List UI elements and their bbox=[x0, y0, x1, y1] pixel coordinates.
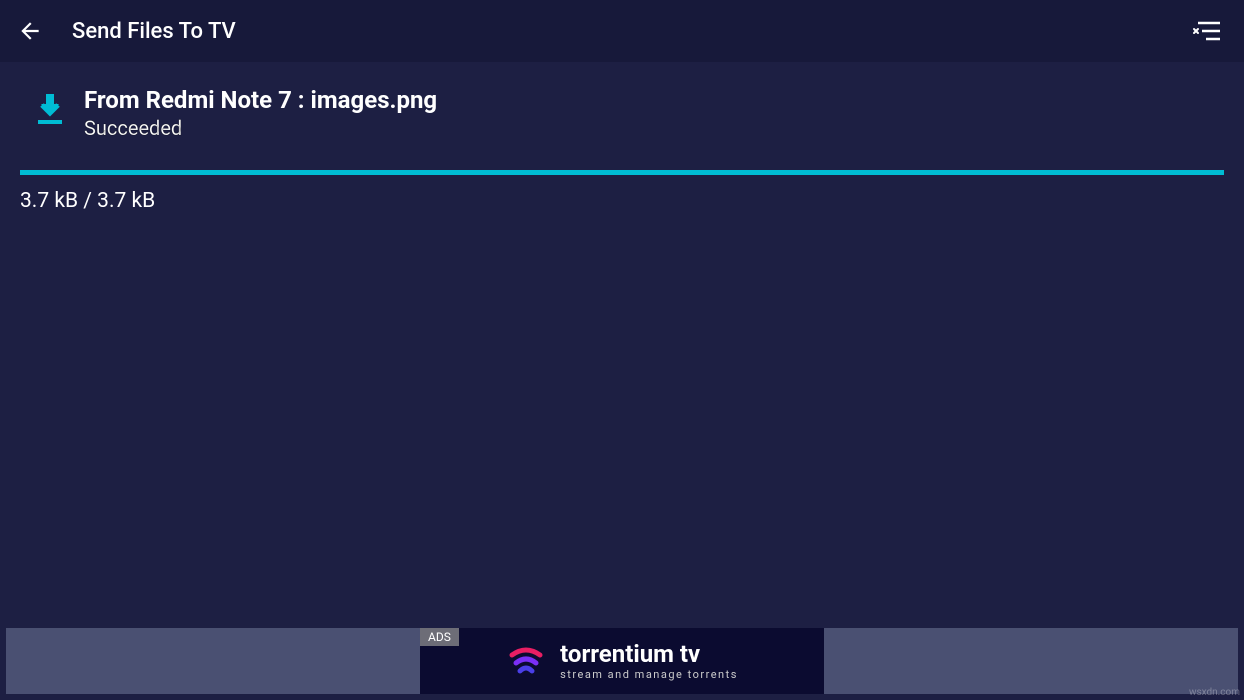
transfer-item[interactable]: From Redmi Note 7 : images.png Succeeded bbox=[0, 62, 1244, 140]
transfer-info: From Redmi Note 7 : images.png Succeeded bbox=[84, 86, 1224, 140]
app-title: Send Files To TV bbox=[72, 19, 236, 44]
app-header: Send Files To TV bbox=[0, 0, 1244, 62]
ad-banner[interactable]: ADS torrentium tv stream and manage torr… bbox=[6, 628, 1238, 694]
ad-text: torrentium tv stream and manage torrents bbox=[560, 642, 738, 681]
back-arrow-icon[interactable] bbox=[16, 17, 44, 45]
watermark: wsxdn.com bbox=[1189, 687, 1240, 698]
ad-brand: torrentium tv bbox=[560, 642, 738, 666]
transfer-size: 3.7 kB / 3.7 kB bbox=[0, 175, 1244, 213]
ad-logo-icon bbox=[506, 641, 546, 681]
ad-tagline: stream and manage torrents bbox=[560, 668, 738, 681]
clear-list-icon[interactable] bbox=[1192, 16, 1222, 46]
transfer-title: From Redmi Note 7 : images.png bbox=[84, 86, 1224, 114]
transfer-status: Succeeded bbox=[84, 116, 1224, 140]
header-left: Send Files To TV bbox=[16, 17, 236, 45]
download-icon bbox=[36, 92, 64, 126]
ads-label: ADS bbox=[420, 628, 459, 646]
ad-content[interactable]: ADS torrentium tv stream and manage torr… bbox=[420, 628, 824, 694]
